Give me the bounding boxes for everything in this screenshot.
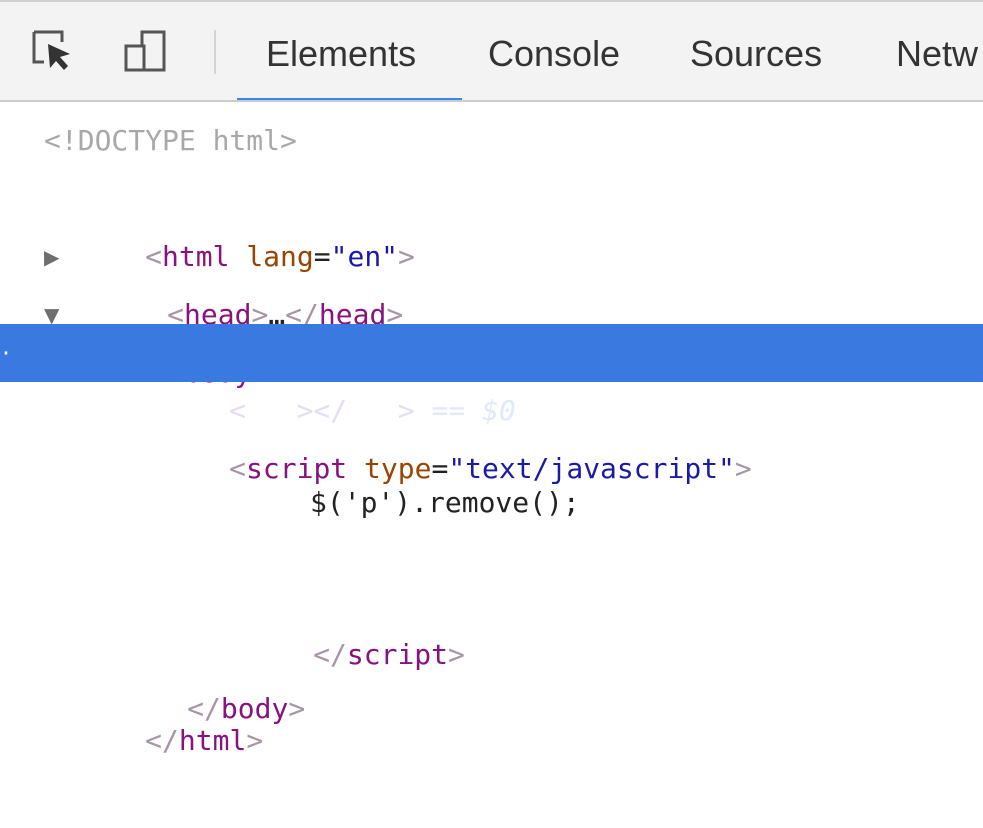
tab-sources[interactable]: Sources bbox=[690, 34, 822, 74]
toolbar-divider bbox=[214, 30, 216, 74]
expand-triangle-icon[interactable]: ▶ bbox=[44, 228, 68, 286]
tree-node-script-text[interactable]: $('p').remove(); bbox=[0, 474, 983, 532]
tab-console[interactable]: Console bbox=[488, 34, 620, 74]
html-close-lt: </ bbox=[145, 724, 179, 757]
tree-node-doctype[interactable]: <!DOCTYPE html> bbox=[0, 112, 983, 170]
tree-node-script-open[interactable]: <script type="text/javascript"> bbox=[0, 382, 983, 485]
tab-elements[interactable]: Elements bbox=[266, 34, 416, 74]
devtools-toolbar: Elements Console Sources Netw bbox=[0, 0, 983, 102]
selected-node-dots-icon[interactable]: ·· bbox=[0, 324, 24, 382]
tree-node-html-open[interactable]: <html lang="en"> bbox=[0, 170, 983, 273]
tree-node-head[interactable]: ▶ <head>…</head> bbox=[0, 228, 983, 331]
html-close-tag-name: html bbox=[178, 724, 247, 757]
tree-node-html-close[interactable]: </html> bbox=[0, 654, 983, 757]
script-body-text: $('p').remove(); bbox=[310, 486, 580, 519]
tab-network[interactable]: Netw bbox=[896, 34, 978, 74]
tree-node-script-close[interactable]: </script> bbox=[0, 568, 983, 671]
html-close-gt: > bbox=[246, 724, 264, 757]
device-toggle-icon[interactable] bbox=[122, 28, 166, 74]
tree-node-div-selected[interactable]: <div></div> == $0 bbox=[12, 324, 983, 427]
select-element-icon[interactable] bbox=[30, 28, 74, 74]
dom-tree: <!DOCTYPE html> <html lang="en"> ▶ <head… bbox=[0, 102, 983, 757]
toolbar-clip: Elements Console Sources Netw bbox=[0, 2, 983, 100]
doctype-text: <!DOCTYPE html> bbox=[44, 124, 297, 157]
